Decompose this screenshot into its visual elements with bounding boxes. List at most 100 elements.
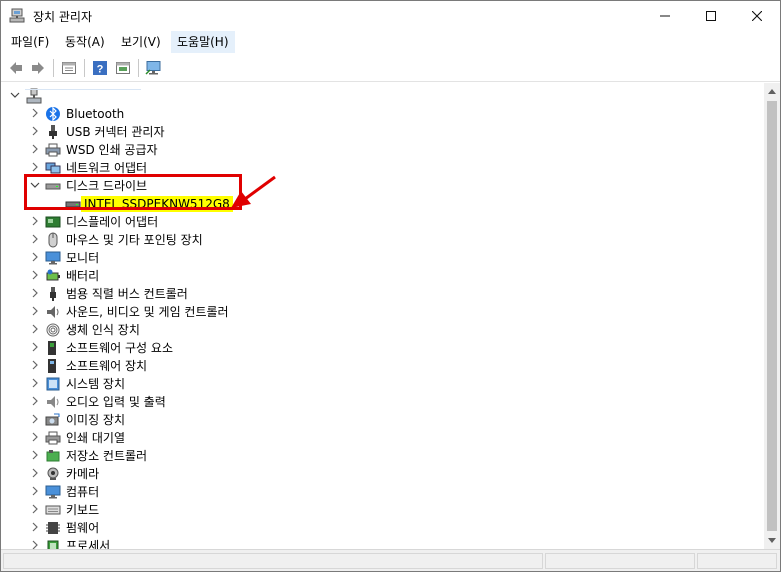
chevron-down-icon[interactable]: [9, 90, 21, 102]
chevron-right-icon[interactable]: [29, 522, 41, 534]
chevron-right-icon[interactable]: [29, 216, 41, 228]
device-manager-icon: [9, 8, 25, 23]
menu-file[interactable]: 파일(F): [5, 31, 55, 53]
scroll-down-button[interactable]: [764, 533, 780, 549]
chevron-right-icon[interactable]: [29, 252, 41, 264]
chevron-right-icon[interactable]: [29, 504, 41, 516]
help-button[interactable]: ?: [89, 57, 111, 79]
battery-icon: [46, 269, 60, 281]
chevron-right-icon[interactable]: [29, 288, 41, 300]
display-adapter-icon: [45, 216, 61, 228]
status-cell-main: [3, 553, 543, 569]
tree-category-item[interactable]: 디스플레이 어댑터: [1, 213, 761, 231]
update-driver-button[interactable]: [112, 57, 134, 79]
tree-item-label: USB 커넥터 관리자: [66, 125, 165, 139]
system-device-icon: [46, 377, 60, 391]
computer-icon: [26, 88, 42, 104]
tree-category-item[interactable]: USB 커넥터 관리자: [1, 123, 761, 141]
chevron-right-icon[interactable]: [29, 324, 41, 336]
properties-button[interactable]: [58, 57, 80, 79]
tree-category-item[interactable]: Bluetooth: [1, 105, 761, 123]
tree-item-label: 시스템 장치: [66, 377, 126, 391]
chevron-right-icon[interactable]: [29, 360, 41, 372]
tree-category-item[interactable]: 프로세서: [1, 537, 761, 549]
chevron-right-icon[interactable]: [29, 486, 41, 498]
maximize-button[interactable]: [688, 1, 734, 31]
tree-category-item[interactable]: 인쇄 대기열: [1, 429, 761, 447]
chevron-right-icon[interactable]: [29, 342, 41, 354]
fingerprint-icon: [46, 323, 60, 337]
chevron-right-icon[interactable]: [29, 432, 41, 444]
title-bar[interactable]: 장치 관리자: [1, 1, 780, 31]
tree-category-item[interactable]: 이미징 장치: [1, 411, 761, 429]
menu-action[interactable]: 동작(A): [59, 31, 111, 53]
maximize-icon: [706, 11, 716, 21]
tree-item-label: 인쇄 대기열: [66, 431, 126, 445]
back-button[interactable]: [5, 57, 27, 79]
status-bar: [1, 549, 780, 571]
chevron-right-icon[interactable]: [29, 378, 41, 390]
close-icon: [752, 11, 762, 21]
tree-category-item[interactable]: 오디오 입력 및 출력: [1, 393, 761, 411]
chevron-right-icon[interactable]: [29, 234, 41, 246]
chevron-right-icon[interactable]: [29, 414, 41, 426]
tree-category-item[interactable]: 펌웨어: [1, 519, 761, 537]
chevron-right-icon[interactable]: [29, 306, 41, 318]
chevron-right-icon[interactable]: [29, 540, 41, 549]
tree-item-label: 소프트웨어 구성 요소: [66, 341, 173, 355]
tree-category-item[interactable]: 시스템 장치: [1, 375, 761, 393]
chevron-right-icon[interactable]: [29, 468, 41, 480]
software-component-icon: [48, 341, 56, 355]
chevron-up-icon: [768, 89, 776, 94]
chevron-right-icon[interactable]: [29, 396, 41, 408]
chevron-right-icon[interactable]: [29, 126, 41, 138]
scroll-thumb[interactable]: [767, 101, 777, 531]
tree-item-label: 생체 인식 장치: [66, 323, 140, 337]
usb-icon: [49, 125, 57, 139]
chevron-down-icon: [768, 538, 776, 543]
tree-item-label: 마우스 및 기타 포인팅 장치: [66, 233, 203, 247]
device-tree[interactable]: Bluetooth USB 커넥터 관리자 WSD 인쇄 공급자 네트워크 어댑터 디스…: [1, 83, 764, 549]
keyboard-icon: [45, 505, 61, 515]
print-queue-icon: [45, 431, 61, 445]
chevron-right-icon[interactable]: [29, 144, 41, 156]
scan-hardware-button[interactable]: [143, 57, 165, 79]
menu-help[interactable]: 도움말(H): [171, 31, 235, 53]
tree-item-label: 프로세서: [66, 539, 111, 549]
tree-category-item[interactable]: 카메라: [1, 465, 761, 483]
chevron-right-icon[interactable]: [29, 270, 41, 282]
status-cell-secondary: [545, 553, 695, 569]
tree-category-item[interactable]: 생체 인식 장치: [1, 321, 761, 339]
scroll-up-button[interactable]: [764, 83, 780, 99]
tree-category-item[interactable]: 마우스 및 기타 포인팅 장치: [1, 231, 761, 249]
root-selection-line: [25, 88, 141, 90]
vertical-scrollbar[interactable]: [764, 83, 780, 549]
tree-category-item[interactable]: 컴퓨터: [1, 483, 761, 501]
chevron-right-icon[interactable]: [29, 162, 41, 174]
tree-category-item[interactable]: 배터리: [1, 267, 761, 285]
sound-icon: [47, 306, 59, 318]
window-title: 장치 관리자: [33, 10, 93, 24]
bluetooth-icon: [46, 106, 60, 122]
tree-category-item[interactable]: WSD 인쇄 공급자: [1, 141, 761, 159]
tree-category-item[interactable]: 키보드: [1, 501, 761, 519]
forward-button[interactable]: [27, 57, 49, 79]
software-device-icon: [48, 359, 56, 373]
chevron-right-icon[interactable]: [29, 450, 41, 462]
usb-controller-icon: [50, 287, 56, 301]
tree-category-item[interactable]: 소프트웨어 구성 요소: [1, 339, 761, 357]
tree-category-item[interactable]: 저장소 컨트롤러: [1, 447, 761, 465]
minimize-button[interactable]: [642, 1, 688, 31]
tree-category-item[interactable]: 범용 직렬 버스 컨트롤러: [1, 285, 761, 303]
tree-category-item[interactable]: 모니터: [1, 249, 761, 267]
tree-item-label: WSD 인쇄 공급자: [66, 143, 158, 157]
menu-view[interactable]: 보기(V): [115, 31, 167, 53]
tree-category-item[interactable]: 소프트웨어 장치: [1, 357, 761, 375]
back-icon: [10, 62, 22, 74]
tree-category-item[interactable]: 사운드, 비디오 및 게임 컨트롤러: [1, 303, 761, 321]
device-manager-window: 장치 관리자 파일(F) 동작(A) 보기(V) 도움말(H) ? Blueto…: [0, 0, 781, 572]
forward-icon: [32, 62, 44, 74]
chevron-right-icon[interactable]: [29, 108, 41, 120]
close-button[interactable]: [734, 1, 780, 31]
toolbar-separator: [84, 59, 85, 77]
